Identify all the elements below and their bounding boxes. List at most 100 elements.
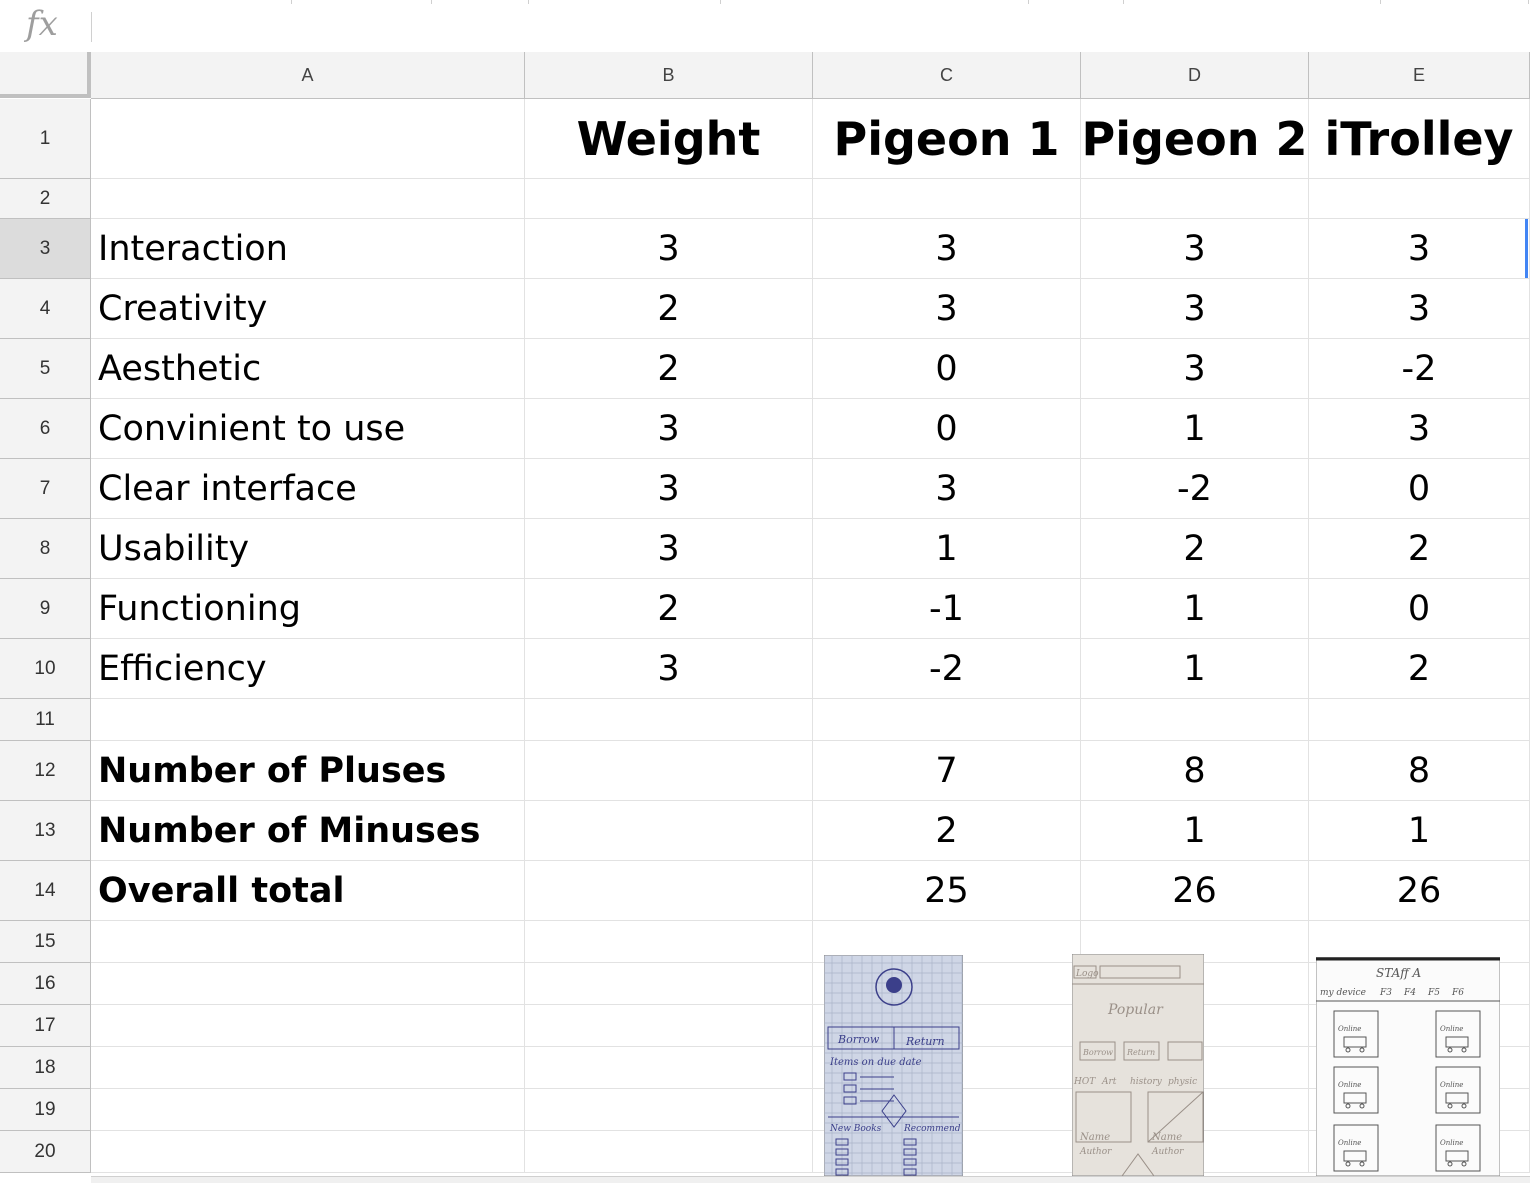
row-header-9[interactable]: 9 <box>0 579 91 639</box>
cell-a13[interactable]: Number of Minuses <box>91 801 525 861</box>
cell-a14[interactable]: Overall total <box>91 861 525 921</box>
cell-d12[interactable]: 8 <box>1081 741 1309 801</box>
cell-c6[interactable]: 0 <box>813 399 1081 459</box>
row-header-8[interactable]: 8 <box>0 519 91 579</box>
cell-c12[interactable]: 7 <box>813 741 1081 801</box>
row-header-6[interactable]: 6 <box>0 399 91 459</box>
cell-b14[interactable] <box>525 861 813 921</box>
cell-b3[interactable]: 3 <box>525 219 813 279</box>
cell-d11[interactable] <box>1081 699 1309 741</box>
cell-c4[interactable]: 3 <box>813 279 1081 339</box>
cell-a1[interactable] <box>91 99 525 179</box>
cell-d8[interactable]: 2 <box>1081 519 1309 579</box>
cell-b9[interactable]: 2 <box>525 579 813 639</box>
cell-a8[interactable]: Usability <box>91 519 525 579</box>
row-header-5[interactable]: 5 <box>0 339 91 399</box>
row-header-11[interactable]: 11 <box>0 699 91 741</box>
cell-a5[interactable]: Aesthetic <box>91 339 525 399</box>
cell-b15[interactable] <box>525 921 813 963</box>
cell-e13[interactable]: 1 <box>1309 801 1530 861</box>
row-header-13[interactable]: 13 <box>0 801 91 861</box>
cell-c1[interactable]: Pigeon 1 <box>813 99 1081 179</box>
cell-e8[interactable]: 2 <box>1309 519 1530 579</box>
cell-d3[interactable]: 3 <box>1081 219 1309 279</box>
row-header-12[interactable]: 12 <box>0 741 91 801</box>
cell-a10[interactable]: Efficiency <box>91 639 525 699</box>
cell-e4[interactable]: 3 <box>1309 279 1530 339</box>
row-header-4[interactable]: 4 <box>0 279 91 339</box>
cell-e2[interactable] <box>1309 179 1530 219</box>
row-header-7[interactable]: 7 <box>0 459 91 519</box>
cell-b12[interactable] <box>525 741 813 801</box>
cell-b5[interactable]: 2 <box>525 339 813 399</box>
pigeon-2-sketch-image[interactable]: Logo Popular Borrow Return HOT Art history phys… <box>1072 954 1204 1176</box>
cell-e11[interactable] <box>1309 699 1530 741</box>
cell-b11[interactable] <box>525 699 813 741</box>
cell-e12[interactable]: 8 <box>1309 741 1530 801</box>
row-header-16[interactable]: 16 <box>0 963 91 1005</box>
cell-d2[interactable] <box>1081 179 1309 219</box>
cell-d14[interactable]: 26 <box>1081 861 1309 921</box>
cell-a2[interactable] <box>91 179 525 219</box>
cell-b19[interactable] <box>525 1089 813 1131</box>
cell-d9[interactable]: 1 <box>1081 579 1309 639</box>
cell-a9[interactable]: Functioning <box>91 579 525 639</box>
select-all-corner[interactable] <box>0 52 91 98</box>
cell-b7[interactable]: 3 <box>525 459 813 519</box>
cell-b1[interactable]: Weight <box>525 99 813 179</box>
cell-c2[interactable] <box>813 179 1081 219</box>
row-header-20[interactable]: 20 <box>0 1131 91 1173</box>
cell-e5[interactable]: -2 <box>1309 339 1530 399</box>
cell-e3[interactable]: 3 <box>1309 219 1530 279</box>
row-header-14[interactable]: 14 <box>0 861 91 921</box>
cell-d7[interactable]: -2 <box>1081 459 1309 519</box>
column-header-b[interactable]: B <box>525 52 813 99</box>
cell-a3[interactable]: Interaction <box>91 219 525 279</box>
cell-b20[interactable] <box>525 1131 813 1173</box>
cell-a4[interactable]: Creativity <box>91 279 525 339</box>
cell-c10[interactable]: -2 <box>813 639 1081 699</box>
cell-a6[interactable]: Convinient to use <box>91 399 525 459</box>
cell-b16[interactable] <box>525 963 813 1005</box>
row-header-2[interactable]: 2 <box>0 179 91 219</box>
row-header-15[interactable]: 15 <box>0 921 91 963</box>
cell-c7[interactable]: 3 <box>813 459 1081 519</box>
cell-b2[interactable] <box>525 179 813 219</box>
column-header-a[interactable]: A <box>91 52 525 99</box>
cell-c11[interactable] <box>813 699 1081 741</box>
cell-a12[interactable]: Number of Pluses <box>91 741 525 801</box>
cell-b17[interactable] <box>525 1005 813 1047</box>
cell-c13[interactable]: 2 <box>813 801 1081 861</box>
cell-a20[interactable] <box>91 1131 525 1173</box>
column-header-c[interactable]: C <box>813 52 1081 99</box>
cell-b4[interactable]: 2 <box>525 279 813 339</box>
cell-b10[interactable]: 3 <box>525 639 813 699</box>
cell-b13[interactable] <box>525 801 813 861</box>
cell-c9[interactable]: -1 <box>813 579 1081 639</box>
cell-e6[interactable]: 3 <box>1309 399 1530 459</box>
cell-a15[interactable] <box>91 921 525 963</box>
cell-a7[interactable]: Clear interface <box>91 459 525 519</box>
cell-c14[interactable]: 25 <box>813 861 1081 921</box>
cell-d13[interactable]: 1 <box>1081 801 1309 861</box>
cell-e10[interactable]: 2 <box>1309 639 1530 699</box>
cell-b6[interactable]: 3 <box>525 399 813 459</box>
cell-b8[interactable]: 3 <box>525 519 813 579</box>
cell-d1[interactable]: Pigeon 2 <box>1081 99 1309 179</box>
row-header-1[interactable]: 1 <box>0 99 91 179</box>
cell-a17[interactable] <box>91 1005 525 1047</box>
cell-d4[interactable]: 3 <box>1081 279 1309 339</box>
pigeon-1-sketch-image[interactable]: Borrow Return Items on due date New Books Re… <box>824 955 963 1176</box>
cell-c8[interactable]: 1 <box>813 519 1081 579</box>
itrolley-sketch-image[interactable]: STAff A my device F3 F4 F5 F6 Online Online Onli… <box>1316 957 1500 1176</box>
cell-a18[interactable] <box>91 1047 525 1089</box>
cell-a11[interactable] <box>91 699 525 741</box>
cell-a16[interactable] <box>91 963 525 1005</box>
cell-d5[interactable]: 3 <box>1081 339 1309 399</box>
cell-d10[interactable]: 1 <box>1081 639 1309 699</box>
cell-e7[interactable]: 0 <box>1309 459 1530 519</box>
row-header-18[interactable]: 18 <box>0 1047 91 1089</box>
cell-b18[interactable] <box>525 1047 813 1089</box>
cell-a19[interactable] <box>91 1089 525 1131</box>
column-header-d[interactable]: D <box>1081 52 1309 99</box>
